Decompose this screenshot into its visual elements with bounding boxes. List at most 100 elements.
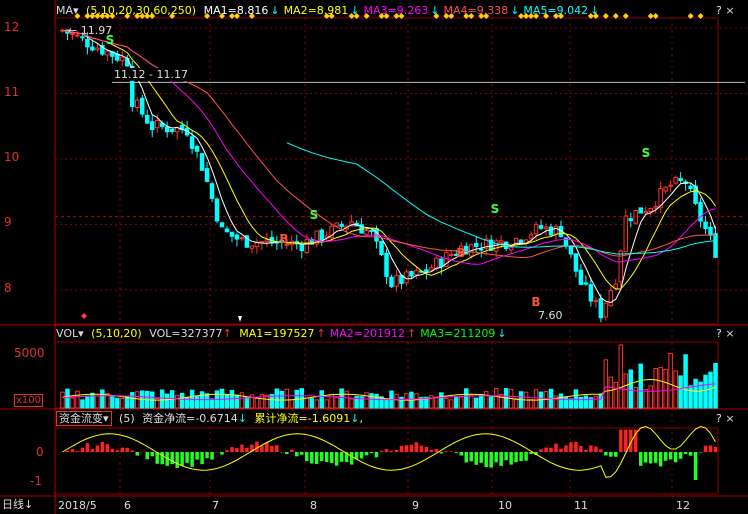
flow-cum-value: 累计净流=-1.6091↓,	[254, 412, 363, 425]
dropdown-arrow-icon: ▾	[103, 412, 109, 425]
buy-signal: B	[531, 295, 540, 309]
close-icon[interactable]: ×	[725, 327, 734, 340]
flow-bar	[125, 447, 130, 452]
volume-bar	[324, 399, 329, 409]
flow-bar	[439, 452, 444, 454]
volume-bar	[159, 389, 165, 409]
volume-bar	[583, 395, 589, 409]
volume-bar	[488, 396, 494, 409]
flow-indicator-selector[interactable]: 资金流变▾	[56, 411, 112, 426]
flow-bar	[255, 441, 259, 452]
flow-bar	[584, 449, 588, 452]
volume-bar	[219, 388, 225, 409]
candle-body	[194, 145, 200, 152]
candle-body	[688, 185, 693, 190]
volume-bar	[135, 391, 140, 409]
volume-bar	[449, 399, 454, 409]
flow-bar	[489, 452, 493, 468]
flow-bar	[668, 452, 673, 460]
chart-canvas[interactable]: SS SSBBB	[0, 0, 748, 514]
flow-bar	[245, 447, 249, 452]
volume-bar	[60, 391, 65, 409]
flow-bar	[145, 452, 149, 460]
candle-body	[473, 242, 479, 247]
volume-bar	[703, 374, 708, 409]
close-icon[interactable]: ×	[725, 4, 734, 17]
candle-body	[234, 234, 240, 240]
flow-bar	[260, 445, 264, 452]
volume-bar	[65, 388, 70, 409]
volume-bar	[384, 399, 389, 409]
flow-bar	[285, 452, 289, 455]
down-arrow-icon: ↓	[24, 498, 34, 511]
volume-bar	[568, 398, 574, 409]
flow-bar	[369, 452, 374, 454]
ma-values: MA1=8.816 ↓ MA2=8.981 ↓ MA3=9.263 ↓ MA4=9.338 ↓…	[204, 4, 604, 17]
flow-bar	[683, 452, 688, 455]
candle-body	[553, 225, 559, 235]
candle-body	[663, 186, 668, 192]
flow-bar	[604, 452, 608, 456]
candle-body	[703, 221, 708, 230]
candle-body	[424, 269, 429, 273]
flow-help-close[interactable]: ? ×	[716, 412, 742, 426]
volume-bar	[404, 393, 409, 409]
volume-bar	[578, 396, 584, 409]
candle-body	[613, 283, 619, 289]
stock-chart-window: SSSSBBB MA▾ (5,10,20,30,60,250) MA1=8.81…	[0, 0, 748, 514]
volume-bar	[493, 387, 499, 409]
volume-bar	[204, 393, 210, 409]
flow-net-value: 资金净流=-0.6714↓	[142, 412, 248, 425]
ma-header: MA▾ (5,10,20,30,60,250) MA1=8.816 ↓ MA2=8.…	[56, 4, 607, 18]
candle-body	[389, 276, 394, 288]
volume-bar	[125, 396, 130, 409]
candle-body	[334, 222, 339, 227]
volume-bar	[224, 394, 230, 409]
vol-ma-value-3: MA3=211209 ↓	[420, 327, 507, 340]
candle-body	[708, 226, 713, 236]
volume-bar	[394, 393, 399, 409]
flow-bar	[389, 450, 394, 452]
ma-value-4: MA4=9.338 ↓	[443, 4, 520, 17]
ma-indicator-selector[interactable]: MA▾	[56, 4, 79, 17]
help-icon[interactable]: ?	[716, 327, 722, 340]
volume-bar	[179, 392, 185, 409]
close-icon[interactable]: ×	[725, 412, 734, 425]
candle-body	[648, 207, 653, 213]
candle-body	[578, 269, 584, 285]
candle-body	[115, 53, 120, 61]
candle-body	[384, 252, 389, 277]
volume-bar	[618, 344, 624, 409]
volume-bar	[663, 368, 668, 409]
flow-bar	[135, 452, 140, 456]
vol-indicator-selector[interactable]: VOL▾	[56, 327, 84, 340]
flow-bar	[708, 445, 713, 452]
flow-bar	[663, 452, 668, 461]
ma-value-5: MA5=9.042 ↓	[523, 4, 600, 17]
min-price-label: 7.60	[538, 309, 563, 322]
x-axis-label: 9	[412, 499, 419, 512]
volume-bar	[678, 375, 683, 409]
volume-bar	[528, 398, 534, 409]
candle-body	[214, 198, 220, 222]
main-help-close[interactable]: ? ×	[716, 4, 742, 18]
period-selector[interactable]: 日线↓	[2, 496, 33, 512]
volume-bar	[533, 389, 539, 409]
flow-bar	[484, 452, 488, 467]
flow-bar	[95, 445, 100, 452]
flow-bar	[414, 442, 419, 452]
candle-body	[120, 56, 125, 62]
flow-bar	[569, 442, 573, 452]
candle-body	[209, 183, 215, 199]
vol-help-close[interactable]: ? ×	[716, 327, 742, 341]
flow-params: (5)	[119, 412, 135, 425]
volume-bar	[115, 397, 120, 409]
flow-bar	[240, 444, 244, 452]
flow-bar	[564, 445, 568, 452]
flow-bar	[409, 444, 414, 452]
help-icon[interactable]: ?	[716, 4, 722, 17]
flow-bar	[429, 449, 434, 452]
help-icon[interactable]: ?	[716, 412, 722, 425]
volume-bar	[364, 392, 369, 409]
flow-header: 资金流变▾ (5) 资金净流=-0.6714↓ 累计净流=-1.6091↓,	[56, 411, 367, 426]
